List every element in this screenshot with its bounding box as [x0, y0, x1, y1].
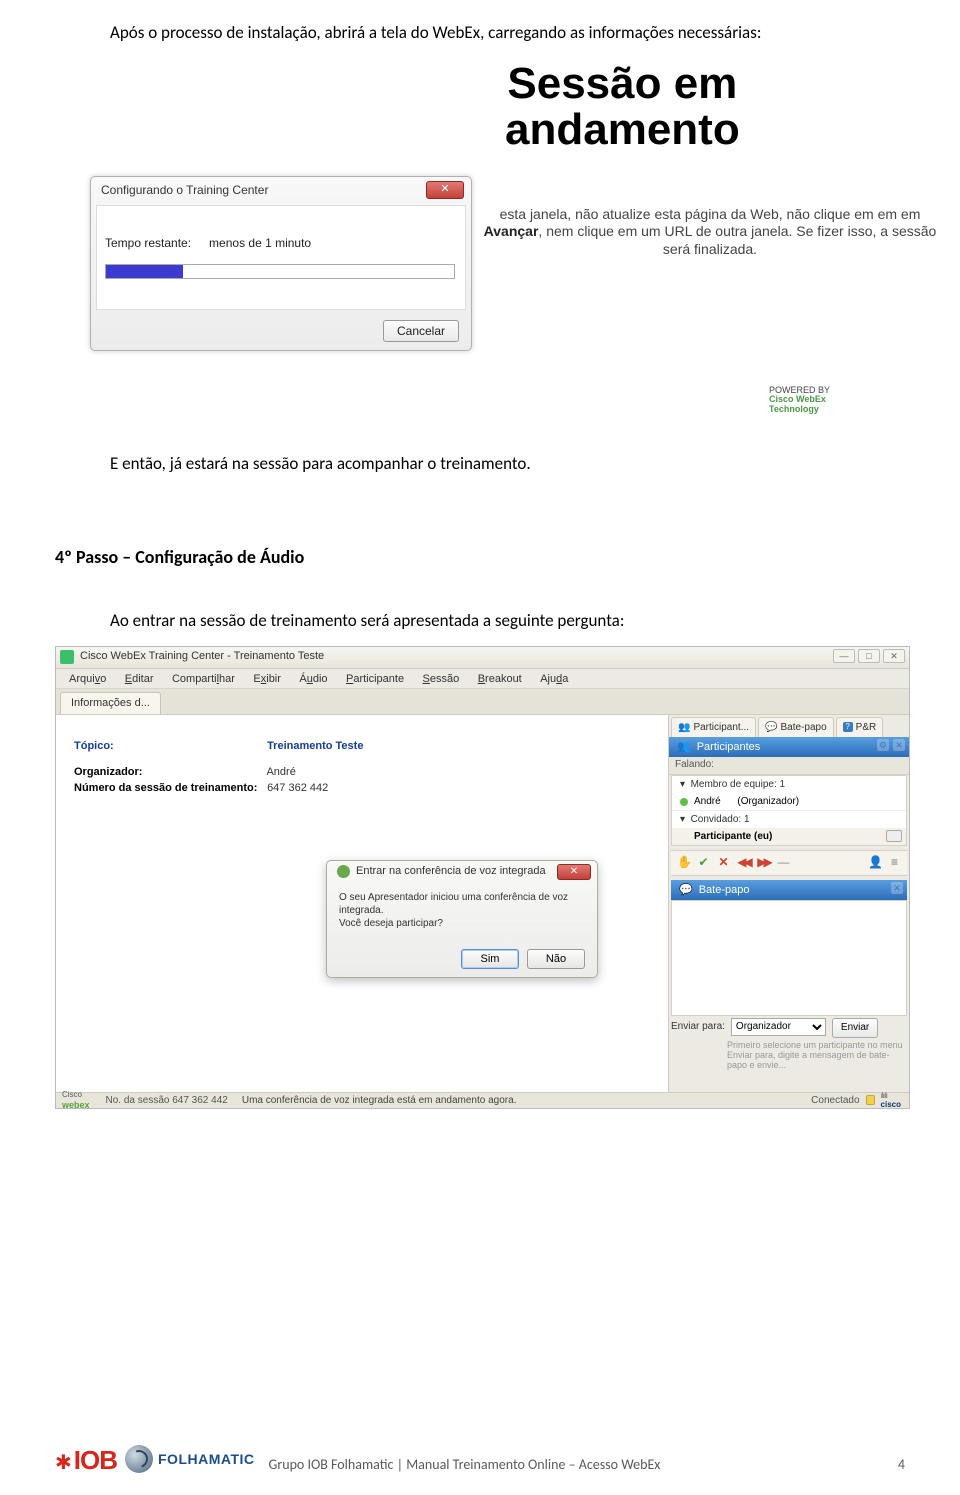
label-topico: Tópico:: [74, 740, 264, 752]
participants-panel-header[interactable]: 👥Participantes ⚙✕: [669, 737, 909, 757]
star-icon: ✱: [55, 1453, 72, 1473]
more-feedback-icon[interactable]: [777, 856, 790, 869]
send-button[interactable]: Enviar: [832, 1018, 878, 1038]
list-icon[interactable]: [888, 856, 901, 869]
menu-audio[interactable]: Áudio: [292, 670, 334, 685]
tempo-restante-row: Tempo restante:menos de 1 minuto: [105, 236, 311, 250]
status-session-num: No. da sessão 647 362 442: [106, 1095, 228, 1106]
feedback-toolbar: [671, 850, 907, 876]
faster-icon[interactable]: [757, 856, 770, 869]
folhamatic-icon: [125, 1445, 153, 1473]
heading-step4: 4º Passo – Configuração de Áudio: [55, 546, 905, 568]
tab-informacoes[interactable]: Informações d...: [60, 692, 161, 714]
panel-close-icon[interactable]: ✕: [891, 882, 903, 894]
close-icon[interactable]: ✕: [557, 864, 591, 880]
menu-compartilhar[interactable]: Compartilhar: [165, 670, 242, 685]
panels-area: 👥Participant... 💬Bate-papo ?P&R 👥Partici…: [669, 715, 909, 1092]
status-connected: Conectado: [811, 1095, 859, 1106]
value-organizador: André: [266, 766, 295, 778]
value-topico: Treinamento Teste: [267, 740, 363, 752]
iob-logo: ✱ IOB: [55, 1447, 117, 1473]
cancel-button[interactable]: Cancelar: [383, 320, 459, 342]
progress-bar: [105, 264, 455, 279]
menu-breakout[interactable]: Breakout: [471, 670, 529, 685]
menu-sessao[interactable]: Sessão: [416, 670, 467, 685]
send-to-label: Enviar para:: [671, 1018, 725, 1032]
question-icon: ?: [843, 722, 853, 732]
yes-button[interactable]: Sim: [461, 949, 519, 969]
dialog-voice-conference: Entrar na conferência de voz integrada ✕…: [326, 860, 598, 978]
tab-strip: Informações d...: [56, 689, 909, 715]
label-organizador: Organizador:: [74, 766, 264, 778]
chat-hint: Primeiro selecione um participante no me…: [727, 1040, 907, 1071]
participants-list: ▾ Membro de equipe: 1 André (Organizador…: [671, 775, 907, 846]
dialog-title: Configurando o Training Center: [101, 183, 268, 197]
page-footer: ✱ IOB FOLHAMATIC Grupo IOB Folhamatic | …: [55, 1433, 905, 1473]
lock-icon: [866, 1095, 875, 1105]
speaking-label: Falando:: [669, 757, 909, 775]
raise-hand-icon[interactable]: [677, 856, 690, 869]
slower-icon[interactable]: [737, 856, 750, 869]
participant-self[interactable]: Participante (eu): [672, 828, 906, 845]
voice-icon: [337, 865, 350, 878]
session-warning-text: esta janela, não atualize esta página da…: [475, 206, 945, 259]
status-conference: Uma conferência de voz integrada está em…: [242, 1095, 517, 1106]
paragraph-2: E então, já estará na sessão para acompa…: [55, 451, 905, 477]
status-bar: Ciscowebex No. da sessão 647 362 442 Uma…: [56, 1092, 909, 1108]
menu-ajuda[interactable]: Ajuda: [533, 670, 575, 685]
paragraph-1: Após o processo de instalação, abrirá a …: [55, 20, 905, 46]
panel-close-icon[interactable]: ✕: [893, 739, 905, 751]
webex-logo: Ciscowebex: [62, 1089, 90, 1111]
menu-bar: Arquivo Editar Compartilhar Exibir Áudio…: [56, 669, 909, 689]
session-title: Sessão em andamento: [505, 61, 740, 153]
close-icon[interactable]: ✕: [426, 181, 464, 199]
panel-tab-participant[interactable]: 👥Participant...: [671, 717, 756, 737]
menu-exibir[interactable]: Exibir: [246, 670, 288, 685]
panel-gear-icon[interactable]: ⚙: [877, 739, 889, 751]
footer-text: Grupo IOB Folhamatic | Manual Treinament…: [269, 1456, 661, 1473]
chat-panel-header[interactable]: 💬Bate-papo ✕: [671, 880, 907, 900]
no-icon[interactable]: [717, 856, 730, 869]
webex-app-icon: [60, 650, 74, 664]
no-button[interactable]: Não: [527, 949, 585, 969]
value-session-number: 647 362 442: [267, 782, 328, 794]
camera-icon[interactable]: [886, 830, 902, 842]
team-group-header[interactable]: ▾ Membro de equipe: 1: [672, 776, 906, 793]
maximize-icon[interactable]: □: [858, 649, 880, 663]
send-to-select[interactable]: Organizador: [731, 1018, 826, 1036]
voice-dialog-message: O seu Apresentador iniciou uma conferênc…: [339, 891, 585, 930]
figure-webex-loading: Sessão em andamento esta janela, não atu…: [55, 61, 905, 431]
window-titlebar: Cisco WebEx Training Center - Treinament…: [56, 647, 909, 669]
add-user-icon[interactable]: [868, 856, 881, 869]
chat-send-row: Enviar para: Organizador Enviar: [671, 1018, 907, 1038]
cisco-logo-icon: ılıılıcisco: [881, 1091, 901, 1109]
presence-icon: [680, 798, 688, 806]
page-number: 4: [898, 1456, 905, 1473]
panel-tab-batepapo[interactable]: 💬Bate-papo: [758, 717, 834, 737]
window-title: Cisco WebEx Training Center - Treinament…: [80, 650, 324, 662]
folhamatic-logo: FOLHAMATIC: [125, 1445, 255, 1473]
guest-group-header[interactable]: ▾ Convidado: 1: [672, 810, 906, 828]
menu-arquivo[interactable]: Arquivo: [62, 670, 113, 685]
menu-participante[interactable]: Participante: [339, 670, 411, 685]
yes-icon[interactable]: [697, 856, 710, 869]
participant-andre[interactable]: André (Organizador): [672, 793, 906, 810]
menu-editar[interactable]: Editar: [118, 670, 161, 685]
chat-messages-area: [671, 900, 907, 1016]
voice-dialog-title: Entrar na conferência de voz integrada: [337, 865, 546, 878]
panel-tab-per[interactable]: ?P&R: [836, 717, 884, 737]
close-icon[interactable]: ✕: [883, 649, 905, 663]
label-session-number: Número da sessão de treinamento:: [74, 782, 264, 794]
dialog-configurando-training-center: Configurando o Training Center ✕ Tempo r…: [90, 176, 472, 351]
minimize-icon[interactable]: —: [833, 649, 855, 663]
figure-webex-training-center: Cisco WebEx Training Center - Treinament…: [55, 646, 910, 1109]
paragraph-3: Ao entrar na sessão de treinamento será …: [55, 608, 905, 634]
powered-by-label: POWERED BY Cisco WebEx Technology: [769, 386, 830, 416]
